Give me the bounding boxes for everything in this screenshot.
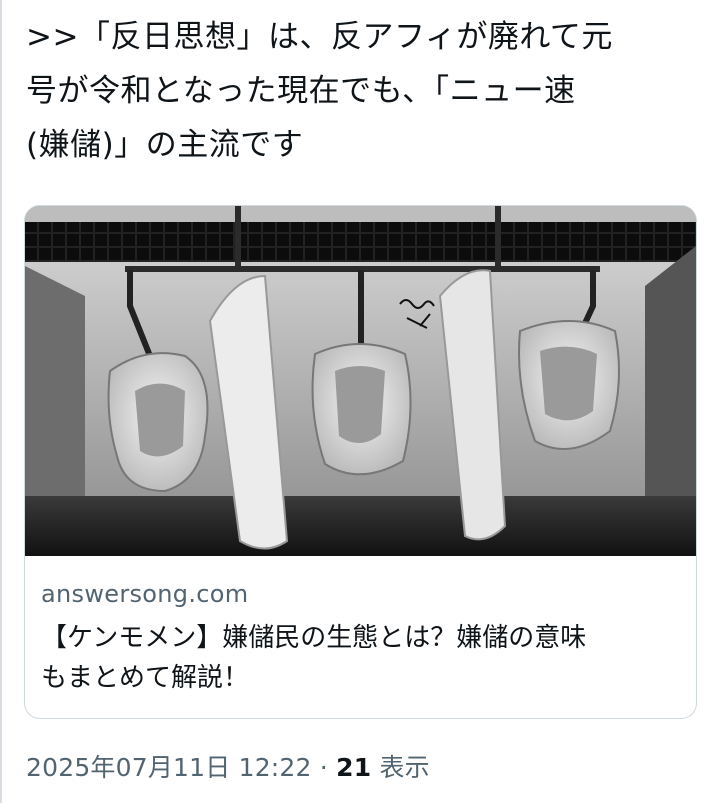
card-image[interactable] — [25, 206, 696, 556]
tweet-meta: 2025年07月11日 12:22 · 21 表示 — [26, 748, 430, 784]
timestamp-link[interactable]: 2025年07月11日 12:22 — [26, 753, 312, 782]
card-title[interactable]: 【ケンモメン】嫌儲民の生態とは？嫌儲の意味 もまとめて解説！ — [41, 618, 686, 698]
tweet-text: >>「反日思想」は、反アフィが廃れて元 号が令和となった現在でも、「ニュー速 (… — [26, 19, 613, 163]
link-preview-card[interactable]: answersong.com 【ケンモメン】嫌儲民の生態とは？嫌儲の意味 もまと… — [24, 205, 697, 719]
meta-separator: · — [311, 753, 337, 782]
thread-connector-line — [0, 0, 2, 803]
views-count[interactable]: 21 — [336, 753, 371, 782]
card-domain[interactable]: answersong.com — [41, 580, 248, 608]
views-label: 表示 — [371, 753, 430, 782]
